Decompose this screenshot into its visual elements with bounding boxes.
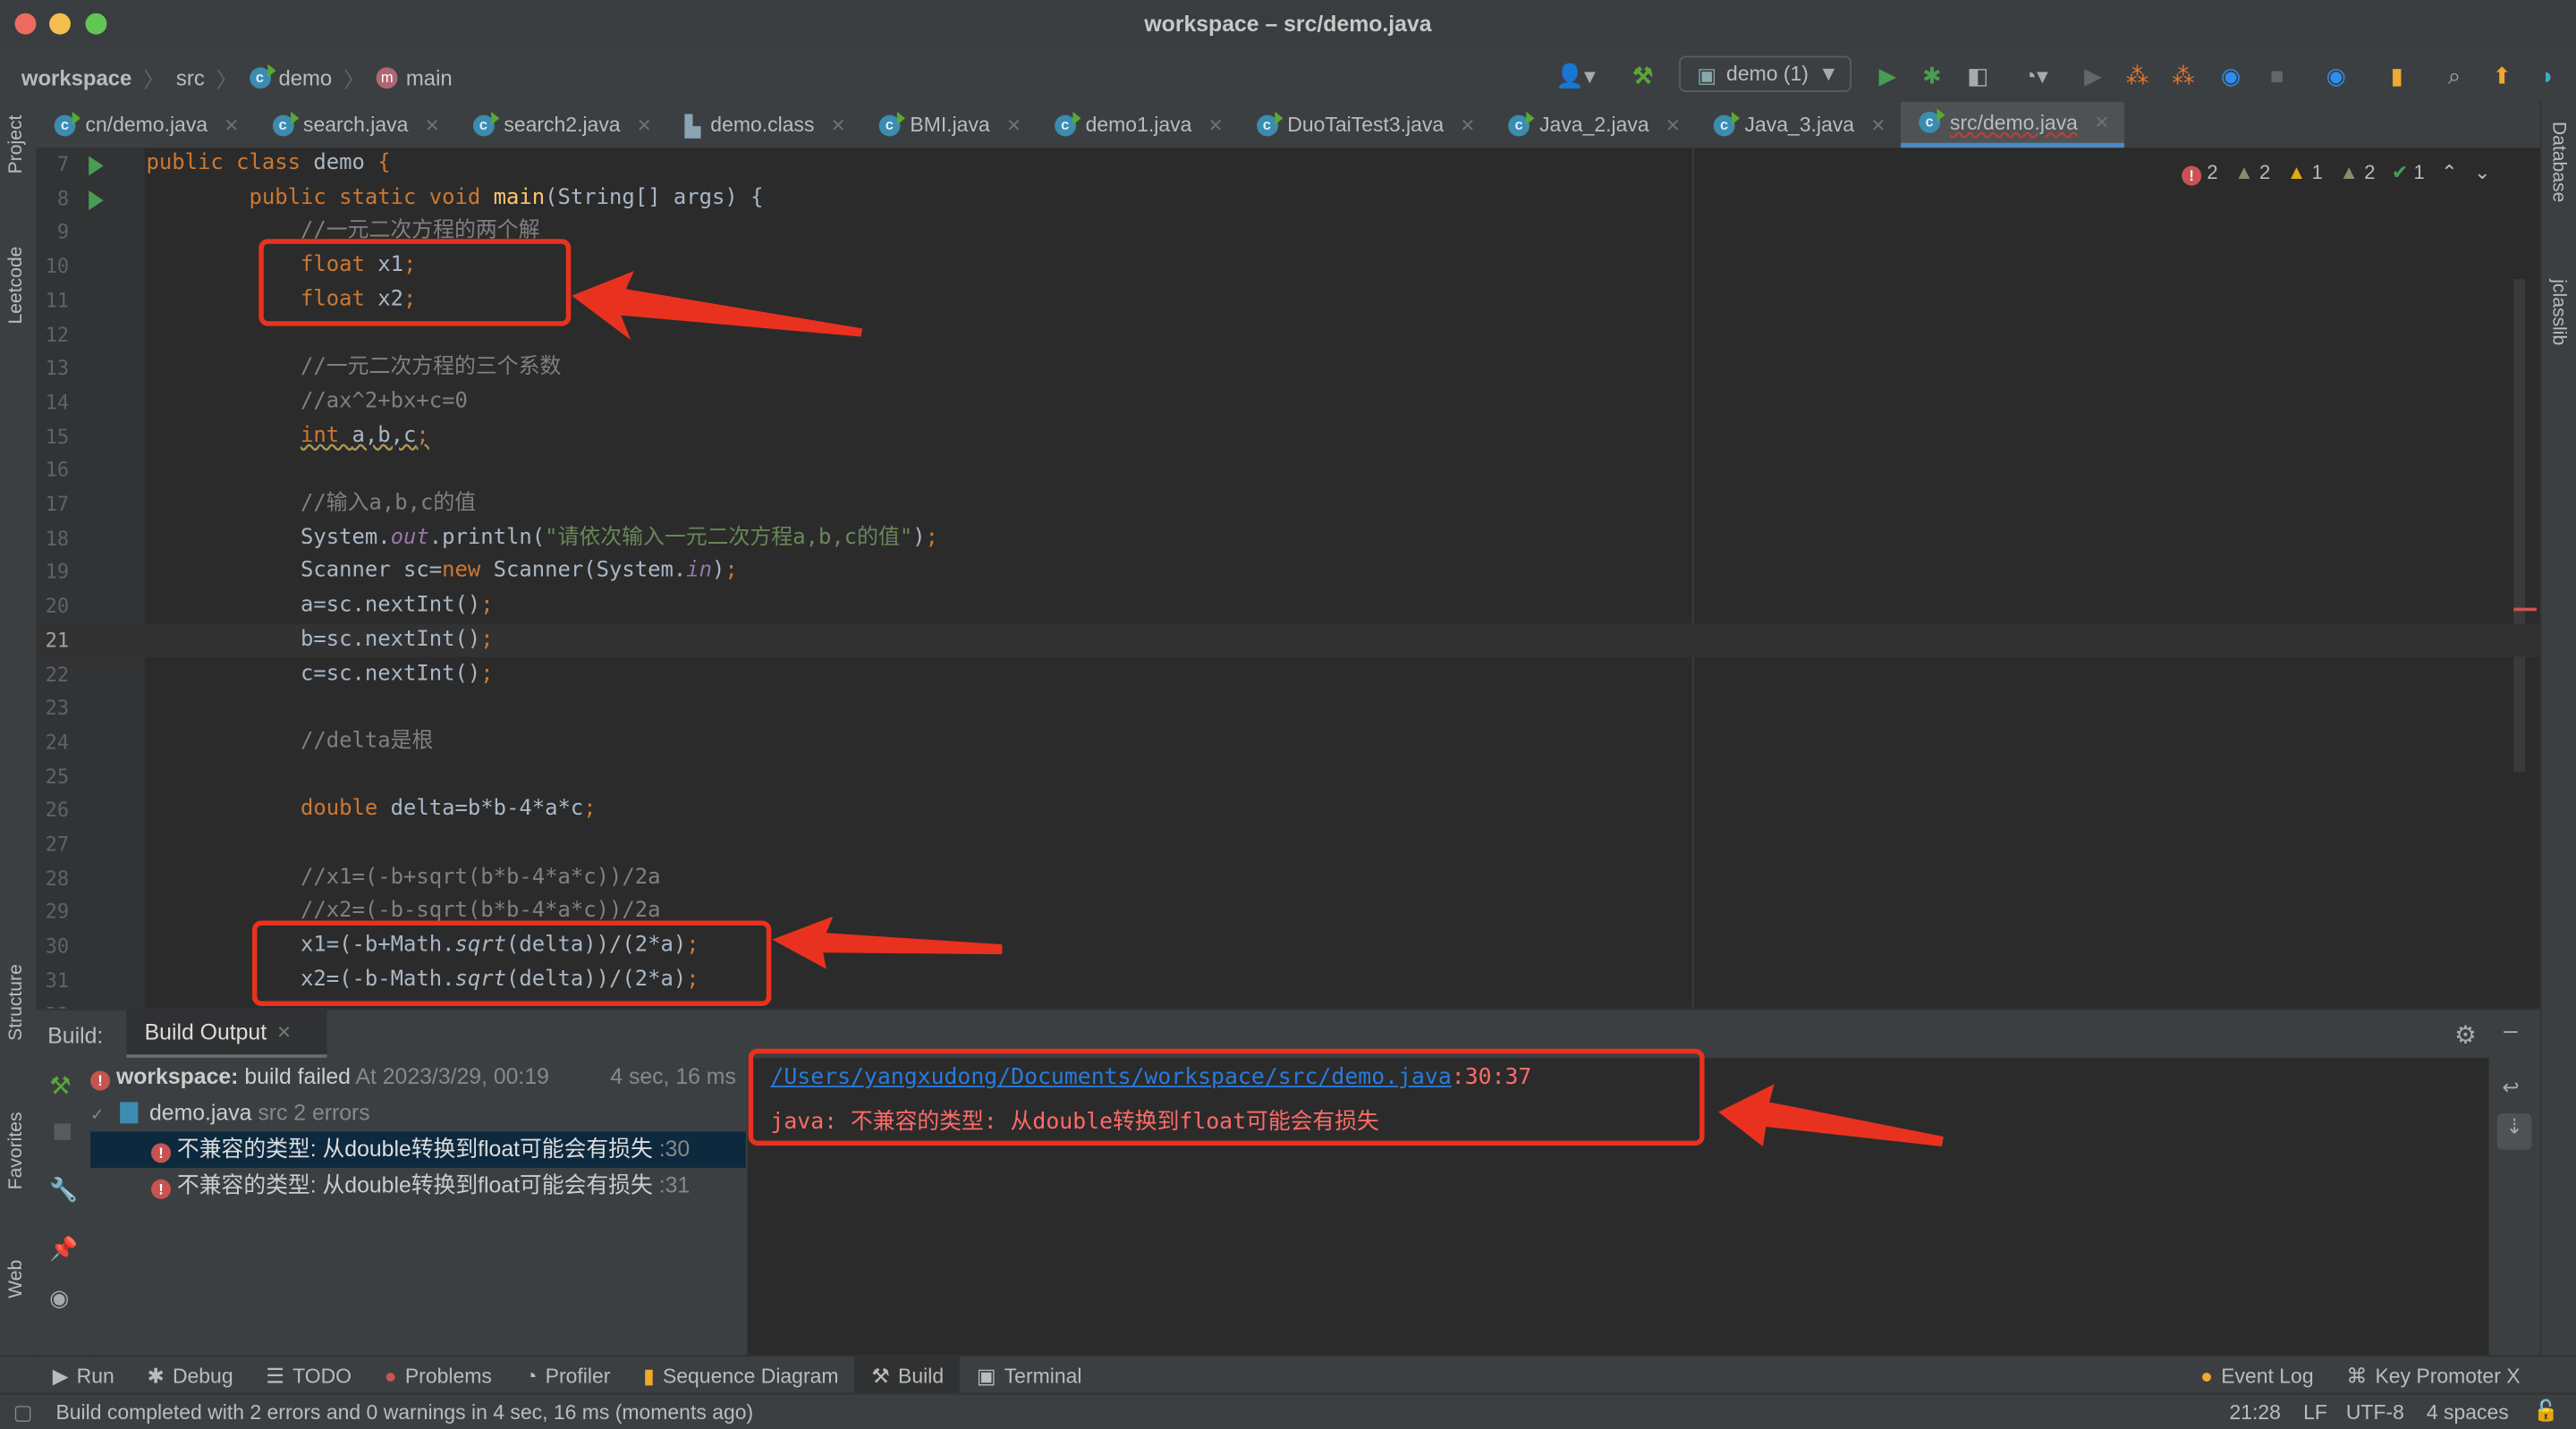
annotation-arrow	[572, 271, 863, 341]
annotation-arrow	[772, 916, 1003, 969]
annotation-box	[258, 239, 572, 326]
annotation-arrow	[1718, 1084, 1944, 1147]
annotation-box	[748, 1048, 1705, 1146]
annotation-overlay	[251, 239, 1944, 1147]
ide-window: workspace – src/demo.java workspace 〉 src…	[0, 0, 2576, 1429]
annotation-box	[251, 920, 772, 1006]
